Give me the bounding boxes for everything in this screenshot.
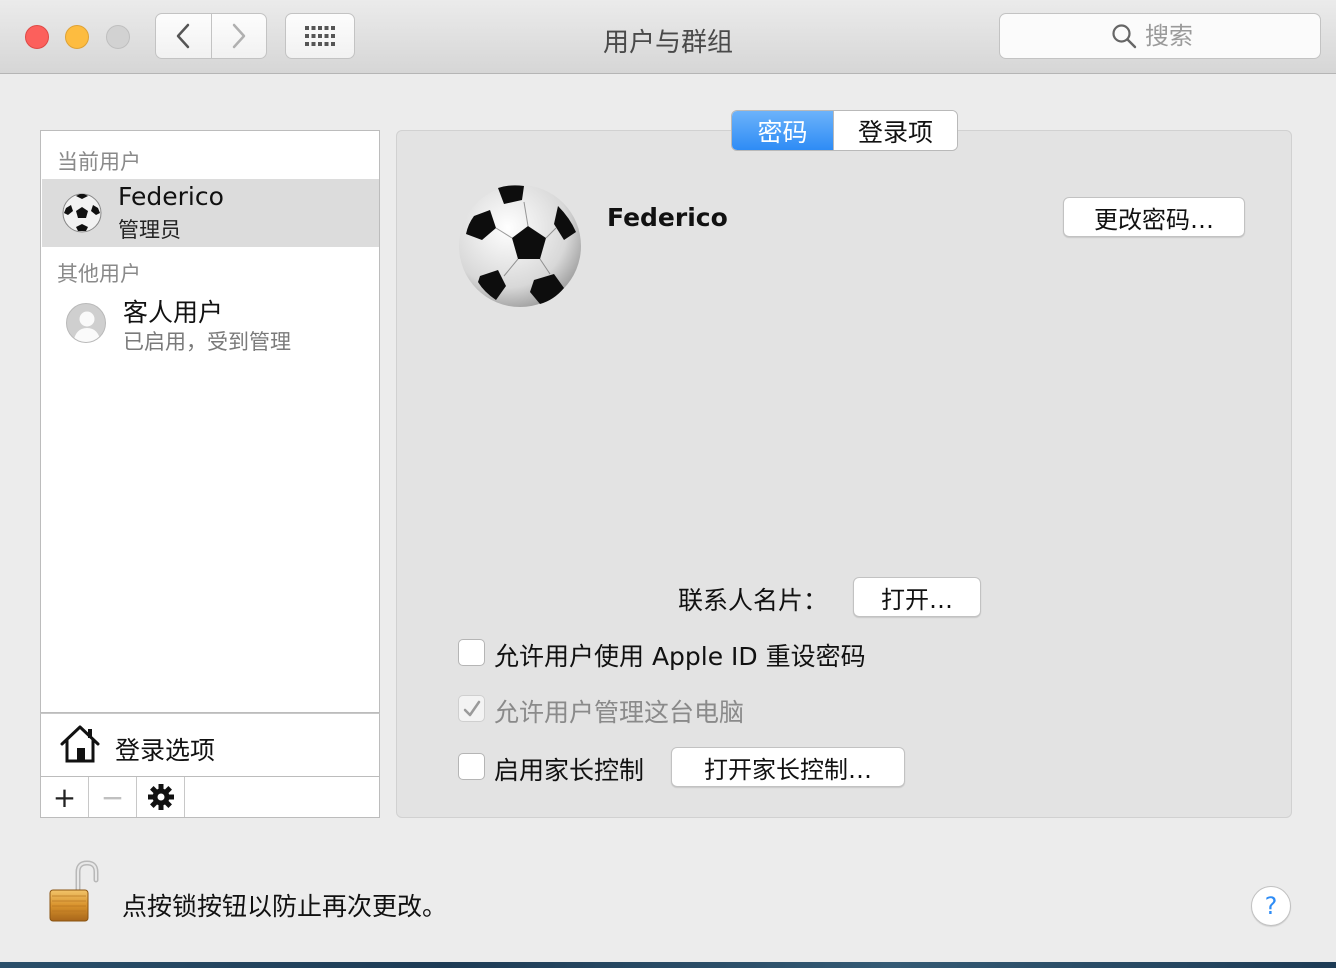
house-icon: [60, 725, 100, 763]
lock-message: 点按锁按钮以防止再次更改。: [122, 892, 448, 921]
desktop-background-strip: [0, 962, 1336, 968]
user-status: 已启用，受到管理: [123, 330, 291, 354]
current-users-header: 当前用户: [57, 150, 141, 174]
parental-controls-label: 启用家长控制: [494, 756, 645, 785]
sidebar-toolbar: + −: [40, 776, 380, 818]
title-bar: 用户与群组: [0, 0, 1336, 74]
help-button[interactable]: ?: [1251, 886, 1291, 926]
search-icon: [1112, 24, 1137, 49]
user-name: 客人用户: [123, 298, 224, 327]
change-password-button[interactable]: 更改密码…: [1063, 197, 1245, 237]
user-role: 管理员: [118, 218, 181, 242]
lock-icon[interactable]: [46, 860, 102, 924]
search-input[interactable]: [1145, 22, 1209, 50]
search-field[interactable]: [999, 13, 1321, 59]
user-name: Federico: [118, 182, 224, 211]
contact-card-label: 联系人名片：: [678, 586, 829, 615]
guest-avatar: [66, 303, 106, 343]
checkmark-icon: [463, 700, 480, 716]
open-parental-controls-button[interactable]: 打开家长控制…: [671, 747, 905, 787]
tab-login-items[interactable]: 登录项: [833, 111, 957, 150]
person-icon: [73, 311, 101, 342]
add-user-button[interactable]: +: [41, 777, 89, 817]
open-contact-card-button[interactable]: 打开…: [853, 577, 981, 617]
tab-bar: 密码 登录项: [731, 110, 958, 151]
other-users-header: 其他用户: [57, 262, 141, 286]
allow-apple-id-reset-label: 允许用户使用 Apple ID 重设密码: [494, 642, 866, 671]
user-row-federico[interactable]: Federico 管理员: [42, 179, 379, 247]
tab-password[interactable]: 密码: [732, 111, 833, 150]
gear-icon: [147, 784, 174, 810]
login-options-label: 登录选项: [115, 736, 216, 765]
action-menu-button[interactable]: [137, 777, 185, 817]
remove-user-button: −: [89, 777, 137, 817]
profile-picture[interactable]: [458, 184, 582, 308]
soccer-ball-avatar: [62, 193, 102, 233]
user-row-guest[interactable]: 客人用户 已启用，受到管理: [42, 289, 379, 357]
allow-admin-checkbox: [458, 695, 485, 722]
user-list-sidebar: 当前用户 Federico 管理员 其他用户 客人用户 已启用，受到管理: [40, 130, 380, 713]
login-options-item[interactable]: 登录选项: [40, 713, 380, 777]
profile-user-name: Federico: [607, 203, 728, 232]
allow-apple-id-reset-checkbox[interactable]: [458, 639, 485, 666]
parental-controls-checkbox[interactable]: [458, 753, 485, 780]
allow-admin-label: 允许用户管理这台电脑: [494, 698, 745, 727]
